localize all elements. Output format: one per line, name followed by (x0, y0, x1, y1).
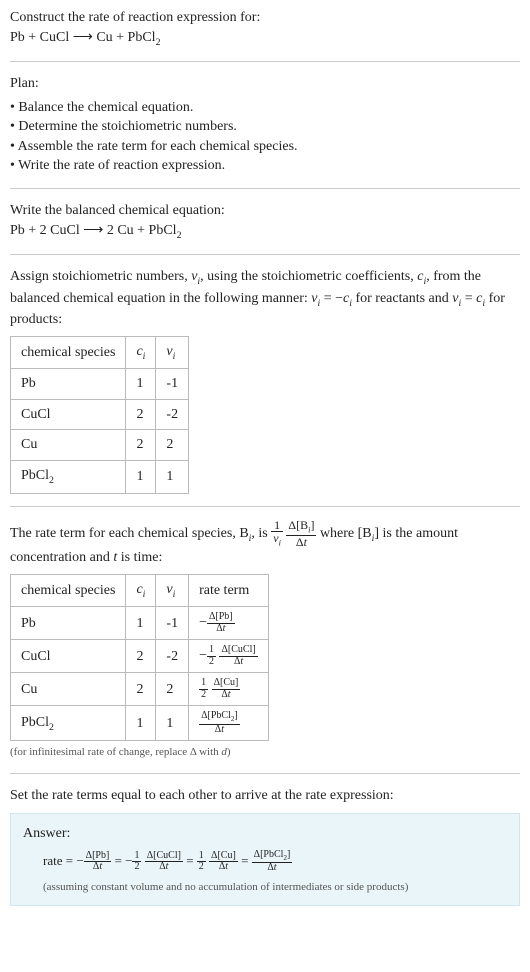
divider (10, 254, 520, 255)
rate-term-table: chemical species ci νi rate term Pb 1 -1… (10, 574, 269, 741)
plan-item: Determine the stoichiometric numbers. (10, 117, 520, 137)
species-cell: Pb (11, 607, 126, 640)
vi-cell: 1 (156, 461, 189, 494)
rate-header-rate: rate term (189, 574, 269, 607)
balanced-heading: Write the balanced chemical equation: (10, 201, 520, 221)
intro-equation: Pb + CuCl ⟶ Cu + PbCl2 (10, 28, 520, 50)
table-row: Pb 1 -1 −Δ[Pb]Δt (11, 607, 269, 640)
rate-expression: rate = −Δ[Pb]Δt = −12 Δ[CuCl]Δt = 12 Δ[C… (43, 850, 507, 874)
plan-item: Assemble the rate term for each chemical… (10, 137, 520, 157)
answer-box: Answer: rate = −Δ[Pb]Δt = −12 Δ[CuCl]Δt … (10, 813, 520, 906)
species-cell: CuCl (11, 399, 126, 430)
plan-list: Balance the chemical equation. Determine… (10, 98, 520, 176)
ci-cell: 1 (126, 706, 156, 741)
ci-cell: 2 (126, 673, 156, 706)
species-cell: Cu (11, 430, 126, 461)
rate-cell: −12 Δ[CuCl]Δt (189, 640, 269, 673)
rate-term-intro: The rate term for each chemical species,… (10, 519, 520, 568)
plan-heading: Plan: (10, 74, 520, 94)
table-row: Pb 1 -1 (11, 369, 189, 400)
rate-cell: 12 Δ[Cu]Δt (189, 673, 269, 706)
table-row: PbCl2 1 1 Δ[PbCl2]Δt (11, 706, 269, 741)
species-cell: PbCl2 (11, 461, 126, 494)
species-cell: Pb (11, 369, 126, 400)
balanced-equation: Pb + 2 CuCl ⟶ 2 Cu + PbCl2 (10, 221, 520, 243)
ci-cell: 1 (126, 461, 156, 494)
divider (10, 188, 520, 189)
table-row: CuCl 2 -2 −12 Δ[CuCl]Δt (11, 640, 269, 673)
rate-header-ci: ci (126, 574, 156, 607)
plan-item: Balance the chemical equation. (10, 98, 520, 118)
species-cell: PbCl2 (11, 706, 126, 741)
plan-item: Write the rate of reaction expression. (10, 156, 520, 176)
ci-cell: 2 (126, 640, 156, 673)
vi-cell: 2 (156, 673, 189, 706)
stoich-header-species: chemical species (11, 336, 126, 369)
table-row: Cu 2 2 12 Δ[Cu]Δt (11, 673, 269, 706)
divider (10, 773, 520, 774)
vi-cell: -2 (156, 399, 189, 430)
answer-label: Answer: (23, 824, 507, 844)
table-row: Cu 2 2 (11, 430, 189, 461)
ci-cell: 1 (126, 607, 156, 640)
vi-cell: 2 (156, 430, 189, 461)
species-cell: Cu (11, 673, 126, 706)
divider (10, 506, 520, 507)
final-heading: Set the rate terms equal to each other t… (10, 786, 520, 806)
rate-header-vi: νi (156, 574, 189, 607)
table-row: PbCl2 1 1 (11, 461, 189, 494)
stoich-header-ci: ci (126, 336, 156, 369)
table-row: CuCl 2 -2 (11, 399, 189, 430)
divider (10, 61, 520, 62)
species-cell: CuCl (11, 640, 126, 673)
ci-cell: 2 (126, 430, 156, 461)
stoich-header-vi: νi (156, 336, 189, 369)
rate-header-species: chemical species (11, 574, 126, 607)
rate-cell: Δ[PbCl2]Δt (189, 706, 269, 741)
vi-cell: -1 (156, 607, 189, 640)
vi-cell: -1 (156, 369, 189, 400)
ci-cell: 2 (126, 399, 156, 430)
stoich-table: chemical species ci νi Pb 1 -1 CuCl 2 -2… (10, 336, 189, 494)
answer-subnote: (assuming constant volume and no accumul… (43, 880, 507, 895)
vi-cell: -2 (156, 640, 189, 673)
stoich-intro: Assign stoichiometric numbers, νi, using… (10, 267, 520, 330)
vi-cell: 1 (156, 706, 189, 741)
intro-prompt: Construct the rate of reaction expressio… (10, 8, 520, 28)
rate-cell: −Δ[Pb]Δt (189, 607, 269, 640)
rate-term-note: (for infinitesimal rate of change, repla… (10, 745, 520, 760)
ci-cell: 1 (126, 369, 156, 400)
